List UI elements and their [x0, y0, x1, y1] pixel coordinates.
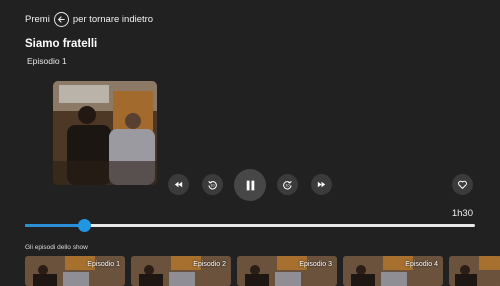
forward-10-icon: 10	[283, 180, 292, 190]
episode-card[interactable]: Episodio 1	[25, 256, 125, 286]
fast-forward-button[interactable]	[311, 174, 332, 195]
duration-label: 1h30	[451, 208, 473, 219]
episode-card[interactable]: Episodio 2	[131, 256, 231, 286]
episode-label: Episodio 1	[87, 261, 120, 268]
episode-label: Episodio 2	[193, 261, 226, 268]
pause-icon	[246, 180, 254, 190]
svg-text:10: 10	[285, 184, 289, 188]
back-hint: Premi per tornare indietro	[25, 12, 153, 27]
show-title: Siamo fratelli	[25, 38, 98, 50]
forward-10-button[interactable]: 10	[277, 174, 298, 195]
hint-prefix: Premi	[25, 14, 50, 25]
episodes-list: Episodio 1 Episodio 2 Episodio 3 Episodi…	[25, 256, 500, 286]
episode-card[interactable]: Episodio 3	[237, 256, 337, 286]
episode-card[interactable]	[449, 256, 500, 286]
episode-label: Episodio 3	[299, 261, 332, 268]
progress-fill	[25, 224, 84, 227]
replay-10-icon: 10	[208, 180, 217, 190]
fast-forward-icon	[317, 181, 326, 188]
hint-suffix: per tornare indietro	[72, 14, 154, 25]
replay-10-button[interactable]: 10	[202, 174, 223, 195]
back-arrow-icon[interactable]	[53, 12, 69, 27]
episode-label: Episodio 4	[405, 261, 438, 268]
rewind-button[interactable]	[168, 174, 189, 195]
pause-button[interactable]	[234, 169, 266, 201]
rewind-icon	[174, 181, 183, 188]
progress-track[interactable]	[25, 224, 475, 227]
episode-subtitle: Episodio 1	[27, 56, 67, 66]
episodes-section-label: Gli episodi dello show	[25, 244, 88, 251]
cover-art	[53, 81, 157, 185]
episode-card[interactable]: Episodio 4	[343, 256, 443, 286]
progress-thumb[interactable]	[77, 219, 91, 232]
svg-text:10: 10	[210, 184, 214, 188]
heart-icon	[458, 180, 467, 189]
favorite-button[interactable]	[452, 174, 473, 195]
